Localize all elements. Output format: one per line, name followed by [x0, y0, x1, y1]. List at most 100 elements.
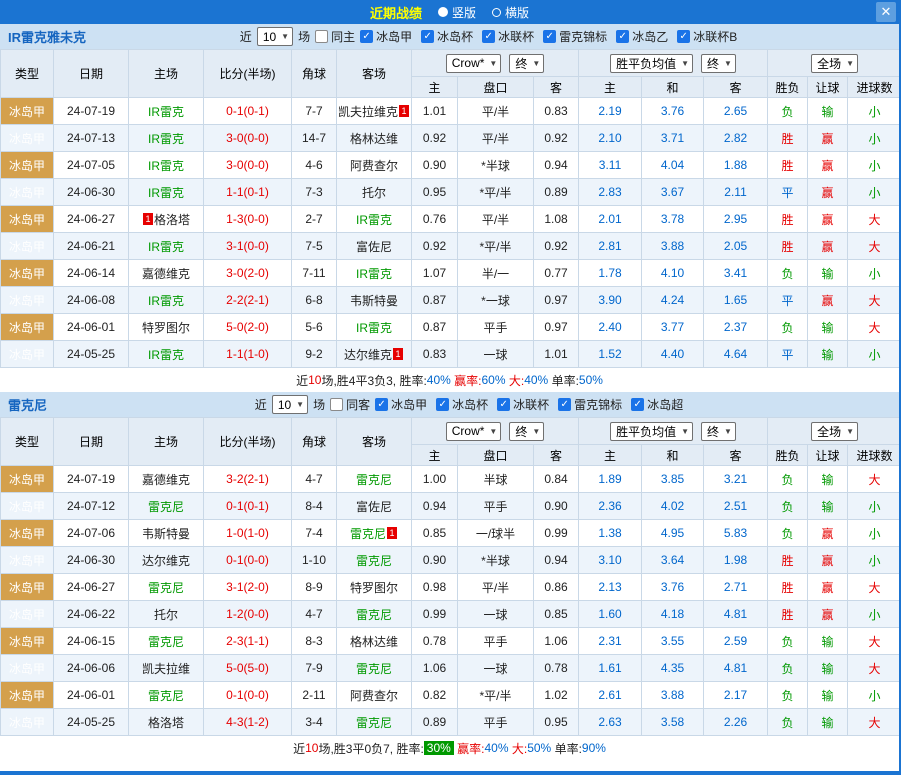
ah-home-odds-cell: 1.00 — [412, 466, 458, 493]
checkbox-checked-icon[interactable]: ✓ — [616, 30, 629, 43]
league-filter-item[interactable]: ✓雷克锦标 — [543, 28, 607, 45]
eu-draw-odds-cell: 3.78 — [642, 206, 704, 233]
eu-draw-odds-cell: 4.18 — [642, 601, 704, 628]
checkbox-checked-icon[interactable]: ✓ — [421, 30, 434, 43]
corners-cell: 7-4 — [292, 520, 337, 547]
ah-home-odds-cell: 0.94 — [412, 493, 458, 520]
score-cell: 1-1(0-1) — [204, 179, 292, 206]
ah-home-odds-cell: 1.01 — [412, 98, 458, 125]
away-team-name: 雷克尼 — [356, 716, 392, 730]
result-cell: 胜 — [768, 152, 808, 179]
handicap-result-cell: 赢 — [808, 601, 848, 628]
handicap-result-cell: 赢 — [808, 547, 848, 574]
filters-bar: 近 10 ▼ 场 同主 ✓冰岛甲✓冰岛杯✓冰联杯✓雷克锦标✓冰岛乙✓冰联杯B — [240, 27, 737, 46]
checkbox-checked-icon[interactable]: ✓ — [497, 398, 510, 411]
ah-home-odds-cell: 0.85 — [412, 520, 458, 547]
ah-away-odds-cell: 1.02 — [534, 682, 579, 709]
league-filter-item[interactable]: ✓冰岛超 — [631, 396, 683, 413]
score-cell: 3-0(2-0) — [204, 260, 292, 287]
eu-final-select[interactable]: 终▼ — [701, 422, 736, 441]
league-filter-item[interactable]: ✓雷克锦标 — [558, 396, 622, 413]
match-row: 冰岛甲24-06-01特罗图尔5-0(2-0)5-6IR雷克0.87平手0.97… — [1, 314, 901, 341]
horizontal-layout-radio[interactable]: 横版 — [492, 4, 529, 21]
checkbox-checked-icon[interactable]: ✓ — [375, 398, 388, 411]
league-filter-item[interactable]: ✓冰联杯 — [497, 396, 549, 413]
handicap-result-cell: 输 — [808, 655, 848, 682]
eu-draw-odds-cell: 3.77 — [642, 314, 704, 341]
match-row: 冰岛甲24-07-12雷克尼0-1(0-1)8-4富佐尼0.94平手0.902.… — [1, 493, 901, 520]
ah-away-odds-cell: 0.77 — [534, 260, 579, 287]
ah-line-cell: 平手 — [458, 628, 534, 655]
away-team-name: 雷克尼 — [356, 473, 392, 487]
checkbox-checked-icon[interactable]: ✓ — [677, 30, 690, 43]
chevron-down-icon: ▼ — [724, 427, 732, 436]
checkbox-checked-icon[interactable]: ✓ — [631, 398, 644, 411]
match-count-select[interactable]: 10 ▼ — [257, 27, 293, 46]
col-score: 比分(半场) — [204, 50, 292, 98]
ah-line-cell: 平手 — [458, 314, 534, 341]
date-cell: 24-06-22 — [54, 601, 129, 628]
league-filter-item[interactable]: ✓冰岛杯 — [421, 28, 473, 45]
league-cell: 冰岛甲 — [1, 314, 54, 341]
same-side-filter[interactable]: 同客 — [330, 396, 370, 413]
europe-odds-select[interactable]: 胜平负均值▼ — [610, 54, 693, 73]
league-filter-item[interactable]: ✓冰岛甲 — [375, 396, 427, 413]
checkbox-checked-icon[interactable]: ✓ — [558, 398, 571, 411]
home-team-name: IR雷克 — [148, 294, 184, 308]
ah-away-odds-cell: 0.83 — [534, 98, 579, 125]
league-filters: ✓冰岛甲 ✓冰岛杯 ✓冰联杯 ✓雷克锦标 ✓冰岛超 — [375, 396, 683, 413]
corners-cell: 7-11 — [292, 260, 337, 287]
checkbox-checked-icon[interactable]: ✓ — [436, 398, 449, 411]
match-row: 冰岛甲24-06-14嘉德维克3-0(2-0)7-11IR雷克1.07半/一0.… — [1, 260, 901, 287]
eu-away-odds-cell: 4.81 — [704, 601, 768, 628]
scope-select[interactable]: 全场▼ — [811, 422, 858, 441]
score-cell: 3-1(0-0) — [204, 233, 292, 260]
vertical-layout-radio[interactable]: 竖版 — [438, 4, 476, 21]
league-cell: 冰岛甲 — [1, 98, 54, 125]
matches-table: 类型 日期 主场 比分(半场) 角球 客场 Crow*▼ 终▼ 胜平负均 — [0, 417, 901, 736]
ah-final-select[interactable]: 终▼ — [509, 422, 544, 441]
score-cell: 1-3(0-0) — [204, 206, 292, 233]
match-row: 冰岛甲24-06-21IR雷克3-1(0-0)7-5富佐尼0.92*平/半0.9… — [1, 233, 901, 260]
eu-home-odds-cell: 1.52 — [579, 341, 642, 368]
date-cell: 24-06-01 — [54, 682, 129, 709]
europe-odds-select[interactable]: 胜平负均值▼ — [610, 422, 693, 441]
away-team-cell: 雷克尼 — [337, 655, 412, 682]
eu-home-odds-cell: 2.40 — [579, 314, 642, 341]
corners-cell: 8-9 — [292, 574, 337, 601]
corners-cell: 8-3 — [292, 628, 337, 655]
ah-final-select[interactable]: 终▼ — [509, 54, 544, 73]
league-filter-item[interactable]: ✓冰联杯 — [482, 28, 534, 45]
chevron-down-icon: ▼ — [296, 400, 304, 409]
home-team-name: 嘉德维克 — [142, 473, 190, 487]
checkbox-unchecked-icon[interactable] — [330, 398, 343, 411]
match-count-select[interactable]: 10 ▼ — [272, 395, 308, 414]
col-date: 日期 — [54, 50, 129, 98]
odds-source-select[interactable]: Crow*▼ — [446, 422, 502, 441]
handicap-result-cell: 输 — [808, 314, 848, 341]
checkbox-checked-icon[interactable]: ✓ — [482, 30, 495, 43]
same-side-filter[interactable]: 同主 — [315, 28, 355, 45]
handicap-result-cell: 输 — [808, 628, 848, 655]
away-team-cell: 凯夫拉维克1 — [337, 98, 412, 125]
league-filter-item[interactable]: ✓冰联杯B — [677, 28, 737, 45]
handicap-result-cell: 输 — [808, 260, 848, 287]
close-button[interactable]: ✕ — [876, 2, 896, 22]
eu-draw-odds-cell: 4.04 — [642, 152, 704, 179]
corners-cell: 7-7 — [292, 98, 337, 125]
league-filter-item[interactable]: ✓冰岛甲 — [360, 28, 412, 45]
chevron-down-icon: ▼ — [281, 32, 289, 41]
score-cell: 0-1(0-0) — [204, 547, 292, 574]
scope-select[interactable]: 全场▼ — [811, 54, 858, 73]
checkbox-unchecked-icon[interactable] — [315, 30, 328, 43]
match-row: 冰岛甲24-06-06凯夫拉维5-0(5-0)7-9雷克尼1.06一球0.781… — [1, 655, 901, 682]
checkbox-checked-icon[interactable]: ✓ — [360, 30, 373, 43]
league-filter-item[interactable]: ✓冰岛乙 — [616, 28, 668, 45]
eu-final-select[interactable]: 终▼ — [701, 54, 736, 73]
away-team-name: IR雷克 — [356, 213, 392, 227]
odds-source-select[interactable]: Crow*▼ — [446, 54, 502, 73]
checkbox-checked-icon[interactable]: ✓ — [543, 30, 556, 43]
league-filter-item[interactable]: ✓冰岛杯 — [436, 396, 488, 413]
eu-draw-odds-cell: 4.02 — [642, 493, 704, 520]
eu-draw-odds-cell: 3.71 — [642, 125, 704, 152]
